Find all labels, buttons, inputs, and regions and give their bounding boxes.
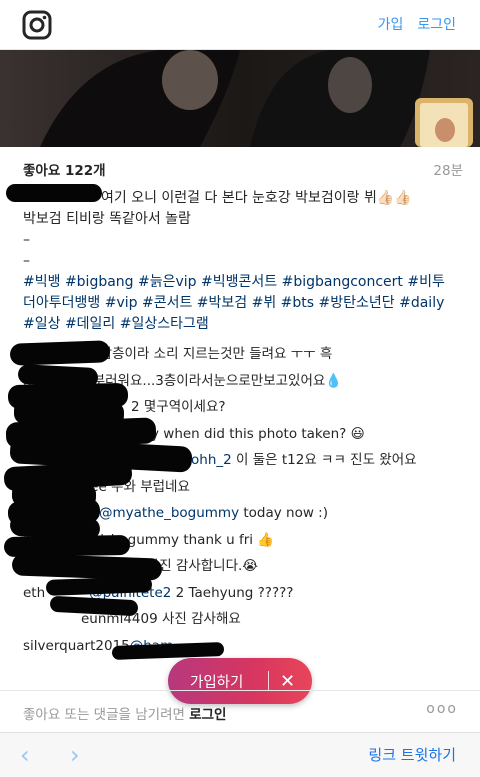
login-prompt-text: 좋아요 또는 댓글을 남기려면 로그인 <box>23 703 226 723</box>
likes-count[interactable]: 좋아요 122개 <box>23 159 106 179</box>
comment-text: 2 몇구역이세요? <box>131 399 226 415</box>
back-arrow-icon[interactable]: ‹ <box>20 741 30 769</box>
caption: 여기 오니 이런걸 다 본다 눈호강 박보검이랑 뷔👍🏻👍🏻 박보검 티비랑 똑… <box>23 188 463 335</box>
post-photo[interactable] <box>0 50 480 147</box>
comment-text: 사진 감사합니다.😭 <box>146 558 259 574</box>
post-time: 28분 <box>433 163 463 179</box>
hashtags-line[interactable]: #일상 #데일리 #일상스타그램 <box>23 314 463 335</box>
caption-line: – <box>23 232 30 248</box>
caption-line: 박보검 티비랑 똑같아서 놀람 <box>23 211 191 227</box>
redaction-mark <box>6 184 102 202</box>
more-options-icon[interactable]: ooo <box>426 701 458 717</box>
instagram-logo-icon[interactable] <box>22 10 52 40</box>
caption-line: – <box>23 253 30 269</box>
comment-text: today now :) <box>239 505 328 521</box>
comment-text: 부러워요...3층이라서눈으로만보고있어요💧 <box>92 372 343 389</box>
comment-mention[interactable]: @myathe_bogummy <box>99 505 239 521</box>
hashtags-line[interactable]: 더아투더뱅뱅 #vip #콘서트 #박보검 #뷔 #bts #방탄소년단 #da… <box>23 293 463 314</box>
comment-text: 이 둘은 t12요 ㅋㅋ 진도 왔어요 <box>231 452 417 468</box>
forward-arrow-icon[interactable]: › <box>70 741 80 769</box>
signup-link[interactable]: 가입 <box>378 14 404 34</box>
close-icon[interactable]: ✕ <box>269 671 295 692</box>
browser-toolbar: ‹ › 링크 트윗하기 <box>0 732 480 777</box>
tweet-link-button[interactable]: 링크 트윗하기 <box>368 744 456 765</box>
comment-text: 2 Taehyung ????? <box>171 584 294 601</box>
login-prompt-link[interactable]: 로그인 <box>189 707 226 723</box>
comment-text: 전 삼층이라 소리 지르는것만 들려요 ㅜㅜ 흑 <box>83 346 333 362</box>
login-link[interactable]: 로그인 <box>417 14 456 34</box>
hashtags-line[interactable]: #빅뱅 #bigbang #늙은vip #빅뱅콘서트 #bigbangconce… <box>23 272 463 293</box>
comment-mention[interactable]: ohh_2 <box>191 452 232 468</box>
comment-text: y when did this photo taken? 😃 <box>151 425 365 442</box>
prompt-label: 좋아요 또는 댓글을 남기려면 <box>23 707 190 723</box>
redaction-mark <box>9 340 111 366</box>
signup-floating-label[interactable]: 가입하기 <box>168 671 268 692</box>
comment: silverquart2015@ham <box>23 633 463 660</box>
login-prompt: 좋아요 또는 댓글을 남기려면 로그인 ooo <box>0 690 480 732</box>
comment-username[interactable]: eth <box>23 585 45 601</box>
top-bar: 가입 로그인 <box>0 0 480 50</box>
